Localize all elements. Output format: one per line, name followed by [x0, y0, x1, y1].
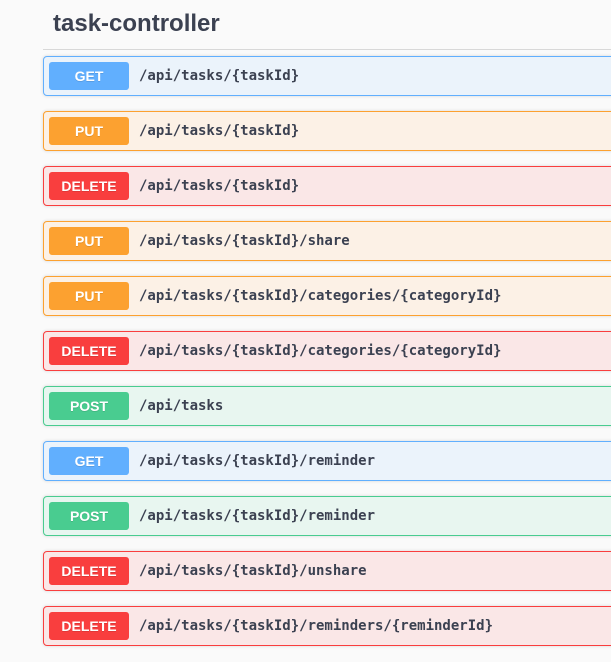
operation-post-tasks[interactable]: POST /api/tasks [43, 386, 611, 426]
operation-list: GET /api/tasks/{taskId} PUT /api/tasks/{… [43, 56, 611, 661]
endpoint-path: /api/tasks/{taskId}/share [139, 233, 350, 249]
operation-get-task-reminder[interactable]: GET /api/tasks/{taskId}/reminder [43, 441, 611, 481]
task-controller-section: task-controller GET /api/tasks/{taskId} … [0, 0, 611, 662]
endpoint-path: /api/tasks/{taskId}/reminders/{reminderI… [139, 618, 494, 634]
method-badge: DELETE [49, 172, 129, 200]
method-badge: DELETE [49, 337, 129, 365]
endpoint-path: /api/tasks/{taskId}/categories/{category… [139, 288, 502, 304]
operation-put-task[interactable]: PUT /api/tasks/{taskId} [43, 111, 611, 151]
operation-delete-task[interactable]: DELETE /api/tasks/{taskId} [43, 166, 611, 206]
method-badge: PUT [49, 227, 129, 255]
endpoint-path: /api/tasks/{taskId}/unshare [139, 563, 367, 579]
method-badge: POST [49, 502, 129, 530]
operation-delete-task-unshare[interactable]: DELETE /api/tasks/{taskId}/unshare [43, 551, 611, 591]
endpoint-path: /api/tasks/{taskId}/categories/{category… [139, 343, 502, 359]
method-badge: GET [49, 62, 129, 90]
endpoint-path: /api/tasks/{taskId}/reminder [139, 453, 376, 469]
method-badge: DELETE [49, 612, 129, 640]
operation-post-task-reminder[interactable]: POST /api/tasks/{taskId}/reminder [43, 496, 611, 536]
endpoint-path: /api/tasks/{taskId} [139, 178, 300, 194]
operation-put-task-share[interactable]: PUT /api/tasks/{taskId}/share [43, 221, 611, 261]
method-badge: PUT [49, 117, 129, 145]
section-title: task-controller [53, 10, 220, 37]
operation-delete-task-category[interactable]: DELETE /api/tasks/{taskId}/categories/{c… [43, 331, 611, 371]
operation-delete-task-reminder[interactable]: DELETE /api/tasks/{taskId}/reminders/{re… [43, 606, 611, 646]
method-badge: DELETE [49, 557, 129, 585]
section-header[interactable]: task-controller [43, 0, 611, 50]
endpoint-path: /api/tasks/{taskId} [139, 123, 300, 139]
endpoint-path: /api/tasks [139, 398, 224, 414]
endpoint-path: /api/tasks/{taskId} [139, 68, 300, 84]
method-badge: PUT [49, 282, 129, 310]
operation-put-task-category[interactable]: PUT /api/tasks/{taskId}/categories/{cate… [43, 276, 611, 316]
method-badge: POST [49, 392, 129, 420]
endpoint-path: /api/tasks/{taskId}/reminder [139, 508, 376, 524]
method-badge: GET [49, 447, 129, 475]
operation-get-task[interactable]: GET /api/tasks/{taskId} [43, 56, 611, 96]
